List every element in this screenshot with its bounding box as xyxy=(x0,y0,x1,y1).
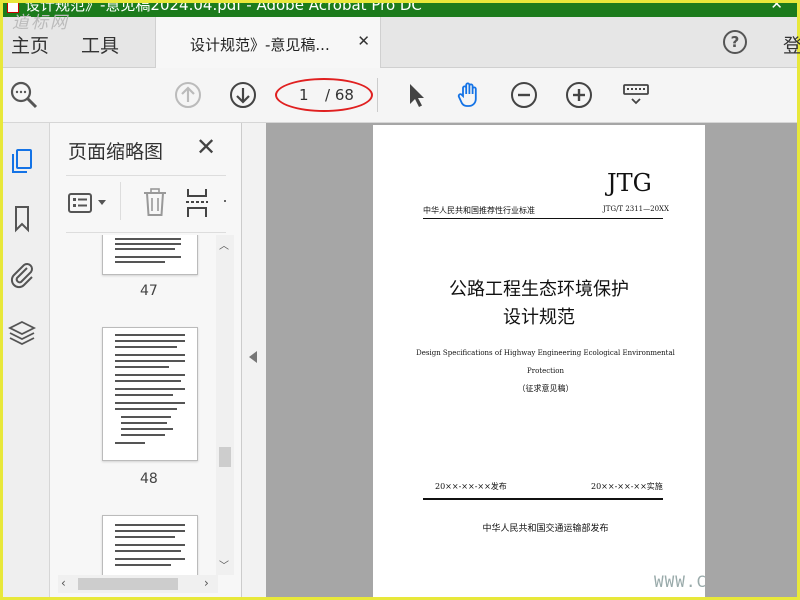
delete-page-icon[interactable] xyxy=(140,186,170,218)
toolbar-divider xyxy=(377,78,378,112)
page-down-icon[interactable] xyxy=(228,80,258,110)
thumbnails-panel: 页面缩略图 ✕ 47 48 ︿ ﹀ ‹ › xyxy=(50,123,242,597)
page-up-icon[interactable] xyxy=(173,80,203,110)
tab-bar: 主页 工具 设计规范》-意见稿... ✕ ? 登 xyxy=(3,17,800,68)
standard-code: JTG/T 2311—20XX xyxy=(603,205,670,213)
title-bar: 设计规范》-意见稿2024.04.pdf - Adobe Acrobat Pro… xyxy=(3,3,797,17)
help-button[interactable]: ? xyxy=(723,30,747,54)
document-page: JTG 中华人民共和国推荐性行业标准 JTG/T 2311—20XX 公路工程生… xyxy=(373,125,705,597)
zoom-out-icon[interactable] xyxy=(509,80,539,110)
thumbnail-number: 47 xyxy=(140,283,158,299)
watermark-logo: 道标网 xyxy=(12,13,69,33)
scroll-up-arrow[interactable]: ︿ xyxy=(219,237,229,252)
tab-tools[interactable]: 工具 xyxy=(81,31,119,58)
header-rule xyxy=(423,218,663,219)
publish-date: 20××-××-××发布 xyxy=(435,482,507,491)
thumbnail-page-48[interactable] xyxy=(102,327,198,461)
horizontal-scrollbar[interactable]: ‹ › xyxy=(58,575,218,593)
page-number-field[interactable]: 1 / 68 xyxy=(275,78,373,112)
page-thumbnails-icon[interactable] xyxy=(7,145,37,175)
zoom-in-icon[interactable] xyxy=(564,80,594,110)
scroll-down-arrow[interactable]: ﹀ xyxy=(219,557,229,572)
document-tab-label: 设计规范》-意见稿... xyxy=(190,36,330,54)
scroll-thumb[interactable] xyxy=(219,447,231,467)
thumbnail-options-icon[interactable] xyxy=(66,188,96,218)
sign-in-button[interactable]: 登 xyxy=(783,31,800,58)
attachment-icon[interactable] xyxy=(7,259,37,289)
tab-home[interactable]: 主页 xyxy=(11,31,49,58)
english-title-line2: Protection xyxy=(527,367,564,375)
collapse-arrow-icon xyxy=(249,351,257,363)
scroll-left-arrow[interactable]: ‹ xyxy=(61,576,66,590)
draft-note: （征求意见稿） xyxy=(517,384,574,393)
thumbnail-page-47[interactable] xyxy=(102,235,198,275)
doc-title-line2: 设计规范 xyxy=(503,307,575,328)
toolbar: 1 / 68 xyxy=(3,68,797,123)
document-viewport[interactable]: JTG 中华人民共和国推荐性行业标准 JTG/T 2311—20XX 公路工程生… xyxy=(266,123,797,597)
tab-close-button[interactable]: ✕ xyxy=(357,32,370,50)
standard-type: 中华人民共和国推荐性行业标准 xyxy=(423,206,535,215)
insert-page-icon[interactable] xyxy=(184,186,210,220)
panel-close-button[interactable]: ✕ xyxy=(196,133,216,161)
vertical-scrollbar[interactable]: ︿ ﹀ xyxy=(216,235,234,575)
annotation-highlight-ring xyxy=(275,78,373,112)
layers-icon[interactable] xyxy=(7,317,37,347)
horizontal-scroll-thumb[interactable] xyxy=(78,578,178,590)
search-comment-icon[interactable] xyxy=(9,80,39,110)
english-title-line1: Design Specifications of Highway Enginee… xyxy=(416,349,675,357)
issuer: 中华人民共和国交通运输部发布 xyxy=(482,524,609,534)
watermark-url: WWW.C xyxy=(654,572,708,591)
keyboard-fit-icon[interactable] xyxy=(621,80,651,110)
hand-tool-icon[interactable] xyxy=(455,80,485,110)
bookmark-icon[interactable] xyxy=(7,203,37,233)
panel-title: 页面缩略图 xyxy=(68,141,164,163)
tab-document[interactable]: 设计规范》-意见稿... ✕ xyxy=(155,17,381,68)
standard-series: JTG xyxy=(607,169,652,197)
panel-toolbar-divider xyxy=(120,182,121,220)
thumbnail-list: 47 48 xyxy=(50,235,222,575)
thumbnail-number: 48 xyxy=(140,471,158,487)
scroll-right-arrow[interactable]: › xyxy=(204,576,209,590)
panel-toolbar xyxy=(66,175,226,233)
left-rail xyxy=(3,123,50,597)
window-title: 设计规范》-意见稿2024.04.pdf - Adobe Acrobat Pro… xyxy=(25,3,422,14)
implement-date: 20××-××-××实施 xyxy=(591,482,663,491)
thumbnail-page-49[interactable] xyxy=(102,515,198,575)
window-close-button[interactable]: ✕ xyxy=(770,3,783,13)
footer-rule xyxy=(423,498,663,500)
select-cursor-icon[interactable] xyxy=(401,80,431,110)
overflow-dot xyxy=(224,200,226,202)
chevron-down-icon[interactable] xyxy=(96,196,108,208)
panel-collapse-handle[interactable] xyxy=(242,123,266,597)
doc-title-line1: 公路工程生态环境保护 xyxy=(449,279,629,300)
